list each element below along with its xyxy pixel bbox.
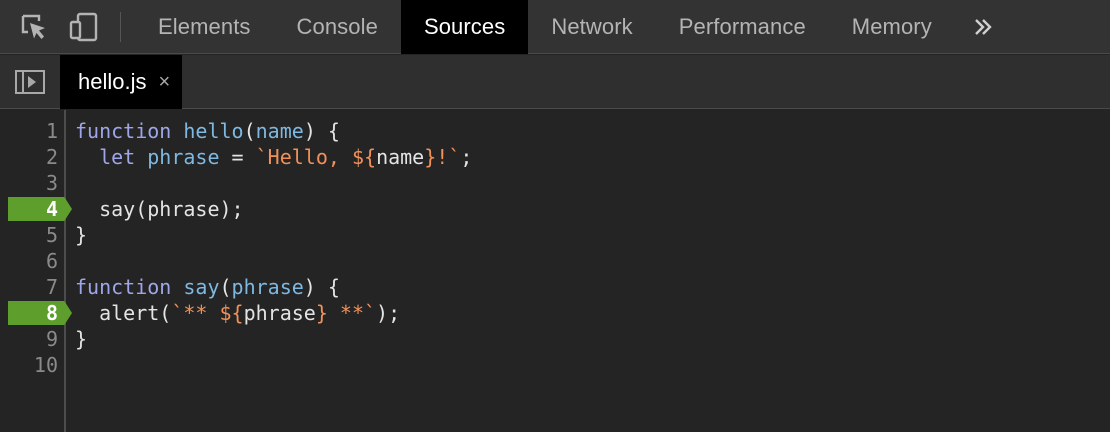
code-text: }: [75, 326, 87, 352]
code-token: =: [219, 145, 256, 169]
code-line: 2 let phrase = `Hello, ${name}!`;: [0, 144, 1110, 170]
code-line: 5}: [0, 222, 1110, 248]
code-token: function: [75, 275, 172, 299]
line-number[interactable]: 4: [0, 196, 58, 222]
code-token: ;: [460, 145, 473, 169]
code-token: (: [219, 275, 232, 299]
line-number[interactable]: 8: [0, 300, 58, 326]
device-toggle-icon: [67, 11, 99, 43]
code-token: name: [376, 145, 425, 169]
code-token: );: [376, 301, 401, 325]
device-toggle-button[interactable]: [60, 0, 106, 54]
tab-sources[interactable]: Sources: [400, 0, 529, 54]
code-line: 4 say(phrase);: [0, 196, 1110, 222]
code-token: (: [243, 119, 256, 143]
code-token: `Hello, ${: [255, 145, 377, 169]
code-text: alert(`** ${phrase} **`);: [75, 300, 400, 326]
code-text: let phrase = `Hello, ${name}!`;: [75, 144, 472, 170]
line-number[interactable]: 3: [0, 170, 58, 196]
line-number[interactable]: 2: [0, 144, 58, 170]
code-token: phrase: [231, 275, 304, 299]
code-token: alert(: [75, 301, 172, 325]
line-number[interactable]: 6: [0, 248, 58, 274]
main-toolbar: Elements Console Sources Network Perform…: [0, 0, 1110, 54]
code-text: function hello(name) {: [75, 118, 340, 144]
toggle-navigator-icon: [14, 69, 46, 95]
code-token: name: [255, 119, 304, 143]
code-token: ) {: [303, 275, 340, 299]
toggle-navigator-button[interactable]: [0, 55, 60, 109]
line-number[interactable]: 10: [0, 352, 58, 378]
code-token: say: [183, 275, 220, 299]
toolbar-divider: [120, 12, 121, 42]
close-icon[interactable]: ×: [158, 72, 170, 92]
code-text: function say(phrase) {: [75, 274, 340, 300]
code-editor[interactable]: 1 function hello(name) {2 let phrase = `H…: [0, 110, 1110, 432]
devtools-window: Elements Console Sources Network Perform…: [0, 0, 1110, 432]
inspect-element-icon: [19, 12, 49, 42]
tab-memory[interactable]: Memory: [829, 0, 955, 54]
code-line: 10: [0, 352, 1110, 378]
code-line: 8 alert(`** ${phrase} **`);: [0, 300, 1110, 326]
code-token: phrase: [147, 145, 220, 169]
code-line: 6: [0, 248, 1110, 274]
code-token: function: [75, 119, 172, 143]
tab-elements[interactable]: Elements: [135, 0, 274, 54]
line-number[interactable]: 5: [0, 222, 58, 248]
code-line: 9}: [0, 326, 1110, 352]
file-tab-hello-js[interactable]: hello.js ×: [60, 55, 183, 109]
line-number[interactable]: 1: [0, 118, 58, 144]
code-text: }: [75, 222, 87, 248]
code-line: 3: [0, 170, 1110, 196]
code-token: } **`: [315, 301, 377, 325]
code-token: ) {: [303, 119, 340, 143]
code-token: }!`: [424, 145, 461, 169]
line-number[interactable]: 7: [0, 274, 58, 300]
file-tab-label: hello.js: [78, 69, 147, 94]
more-tabs-button[interactable]: [955, 0, 1011, 54]
code-token: say(phrase);: [75, 197, 244, 221]
code-line: 1 function hello(name) {: [0, 118, 1110, 144]
tab-performance[interactable]: Performance: [656, 0, 829, 54]
code-text: say(phrase);: [75, 196, 244, 222]
code-token: }: [75, 327, 88, 351]
tab-console[interactable]: Console: [274, 0, 401, 54]
inspect-element-button[interactable]: [0, 0, 60, 54]
file-tab-bar: hello.js ×: [0, 55, 1110, 109]
code-token: let: [99, 145, 136, 169]
code-token: `** ${: [171, 301, 244, 325]
code-token: hello: [183, 119, 244, 143]
code-line: 7 function say(phrase) {: [0, 274, 1110, 300]
chevron-double-right-icon: [972, 16, 994, 38]
code-token: phrase: [243, 301, 316, 325]
line-number[interactable]: 9: [0, 326, 58, 352]
code-token: }: [75, 223, 88, 247]
tab-network[interactable]: Network: [528, 0, 655, 54]
